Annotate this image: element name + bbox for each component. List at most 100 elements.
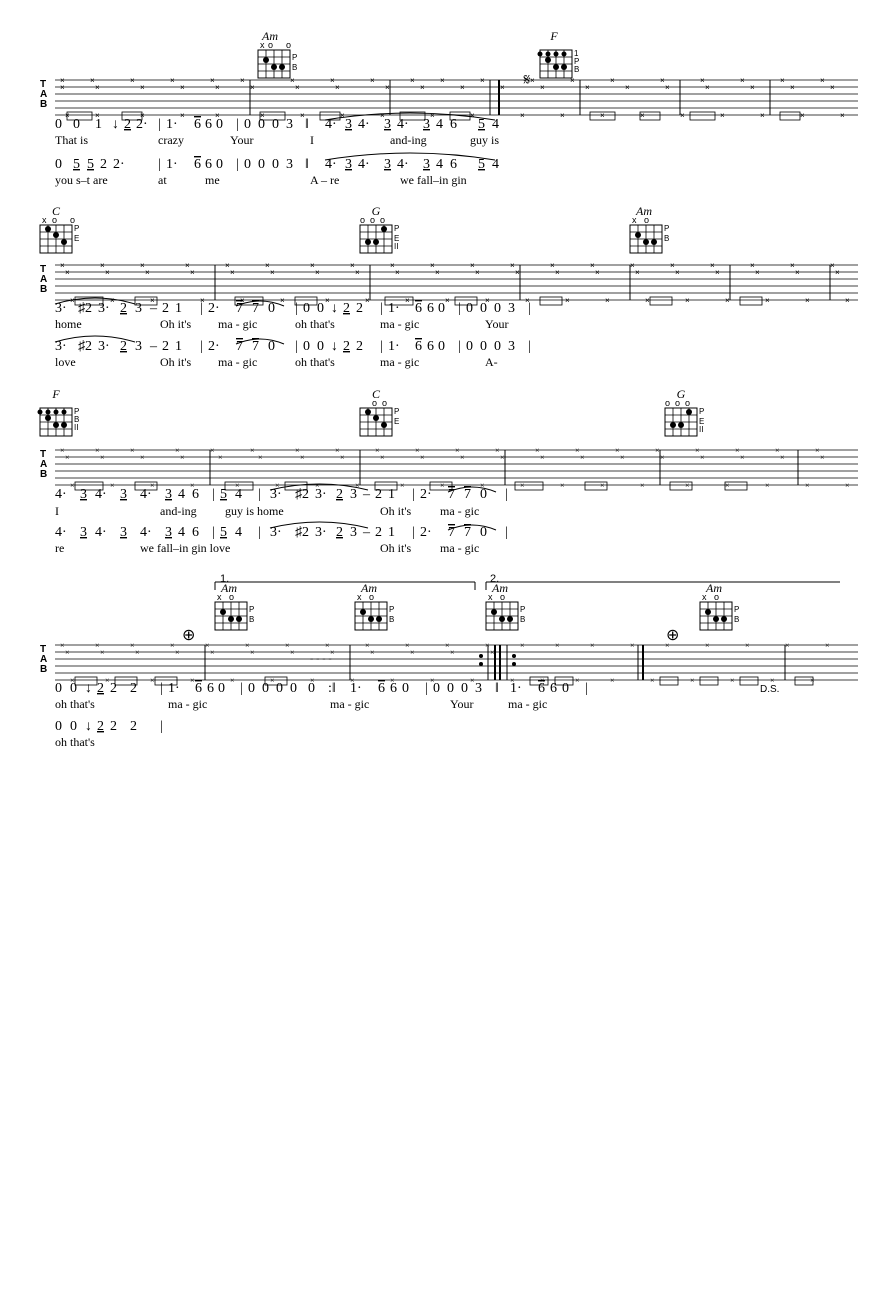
svg-text:↓: ↓ <box>331 301 338 316</box>
svg-text:2: 2 <box>356 339 363 354</box>
svg-text:×: × <box>560 481 565 490</box>
svg-text:↓: ↓ <box>112 117 119 132</box>
svg-text:3: 3 <box>508 339 515 354</box>
svg-text:♯2: ♯2 <box>78 339 92 354</box>
svg-text:×: × <box>410 76 415 85</box>
svg-text:×: × <box>180 453 185 462</box>
svg-text:×: × <box>820 453 825 462</box>
svg-text:B: B <box>40 469 47 480</box>
svg-text:0: 0 <box>317 339 324 354</box>
svg-text:x: x <box>488 592 493 602</box>
svg-text:×: × <box>620 453 625 462</box>
svg-text:oh that's: oh that's <box>295 355 335 369</box>
svg-text:×: × <box>130 76 135 85</box>
svg-text:0: 0 <box>268 339 275 354</box>
svg-text:×: × <box>65 453 70 462</box>
svg-text:2: 2 <box>100 157 107 172</box>
svg-text:0: 0 <box>55 117 62 132</box>
svg-text:6: 6 <box>205 157 212 172</box>
svg-text:4: 4 <box>178 525 185 540</box>
svg-text:×: × <box>140 453 145 462</box>
svg-text:4: 4 <box>492 117 499 132</box>
svg-text:4·: 4· <box>140 525 152 540</box>
svg-text:oh that's: oh that's <box>55 735 95 749</box>
svg-text:3: 3 <box>423 117 430 132</box>
svg-text:×: × <box>325 296 330 305</box>
svg-text:×: × <box>845 481 850 490</box>
svg-text:4: 4 <box>436 157 443 172</box>
svg-text:×: × <box>570 76 575 85</box>
svg-text:4·: 4· <box>95 525 107 540</box>
svg-text:D.S.: D.S. <box>760 684 779 695</box>
svg-text:4·: 4· <box>140 487 152 502</box>
svg-text:×: × <box>250 446 255 455</box>
svg-text:6: 6 <box>390 681 397 696</box>
svg-text:A-: A- <box>485 355 498 369</box>
svg-text:0: 0 <box>55 681 62 696</box>
svg-text:×: × <box>60 83 65 92</box>
svg-text:×: × <box>230 676 235 685</box>
svg-text:6: 6 <box>192 487 199 502</box>
svg-text:ma - gic: ma - gic <box>508 697 547 711</box>
svg-text:P: P <box>292 53 297 62</box>
svg-text:×: × <box>175 446 180 455</box>
svg-text:×: × <box>685 296 690 305</box>
svg-text:×: × <box>700 453 705 462</box>
svg-text:×: × <box>145 268 150 277</box>
svg-text:Oh it's: Oh it's <box>160 317 191 331</box>
svg-text:0: 0 <box>258 117 265 132</box>
svg-text:0: 0 <box>290 681 297 696</box>
svg-text:×: × <box>765 481 770 490</box>
svg-text:0: 0 <box>402 681 409 696</box>
svg-text:×: × <box>370 648 375 657</box>
svg-text:|: | <box>158 117 161 132</box>
svg-text:3: 3 <box>165 525 172 540</box>
svg-text:×: × <box>555 268 560 277</box>
svg-text:0: 0 <box>438 339 445 354</box>
svg-text:×: × <box>258 453 263 462</box>
svg-text:o: o <box>685 398 690 408</box>
svg-text:3: 3 <box>80 525 87 540</box>
svg-text:ma - gic: ma - gic <box>440 504 479 518</box>
svg-text:3: 3 <box>345 117 352 132</box>
svg-text:3: 3 <box>135 301 142 316</box>
svg-text:0: 0 <box>447 681 454 696</box>
svg-text:2·: 2· <box>113 157 125 172</box>
svg-text:2: 2 <box>336 487 343 502</box>
svg-text:–: – <box>362 525 371 540</box>
svg-text:⊕: ⊕ <box>182 627 195 644</box>
svg-text:×: × <box>690 676 695 685</box>
svg-text:×: × <box>70 481 75 490</box>
svg-text:3·: 3· <box>55 339 67 354</box>
svg-text:×: × <box>95 446 100 455</box>
svg-text:×: × <box>735 446 740 455</box>
svg-text:×: × <box>420 453 425 462</box>
svg-text:o: o <box>370 215 375 225</box>
svg-text:|: | <box>528 301 531 316</box>
svg-text:×: × <box>190 676 195 685</box>
svg-text:×: × <box>635 268 640 277</box>
svg-text:×: × <box>590 641 595 650</box>
svg-text:×: × <box>65 268 70 277</box>
svg-text:×: × <box>295 83 300 92</box>
svg-text:we fall–in gin: we fall–in gin <box>400 173 467 187</box>
svg-text:↓: ↓ <box>85 719 92 734</box>
svg-text:‖: ‖ <box>305 117 309 132</box>
svg-text:Your: Your <box>450 697 473 711</box>
svg-text:ma - gic: ma - gic <box>218 317 257 331</box>
svg-text:×: × <box>190 268 195 277</box>
svg-text:home: home <box>55 317 82 331</box>
svg-text:×: × <box>400 481 405 490</box>
svg-text:×: × <box>805 296 810 305</box>
svg-text:4·: 4· <box>325 157 337 172</box>
svg-text:×: × <box>150 676 155 685</box>
svg-text:o: o <box>369 592 374 602</box>
svg-text:–: – <box>149 301 158 316</box>
svg-text:4: 4 <box>235 487 242 502</box>
svg-text:2: 2 <box>343 301 350 316</box>
svg-text:|: | <box>380 301 383 316</box>
svg-text:ma - gic: ma - gic <box>380 317 419 331</box>
svg-text:4·: 4· <box>55 487 67 502</box>
svg-text:×: × <box>375 446 380 455</box>
svg-text:1·: 1· <box>166 157 178 172</box>
